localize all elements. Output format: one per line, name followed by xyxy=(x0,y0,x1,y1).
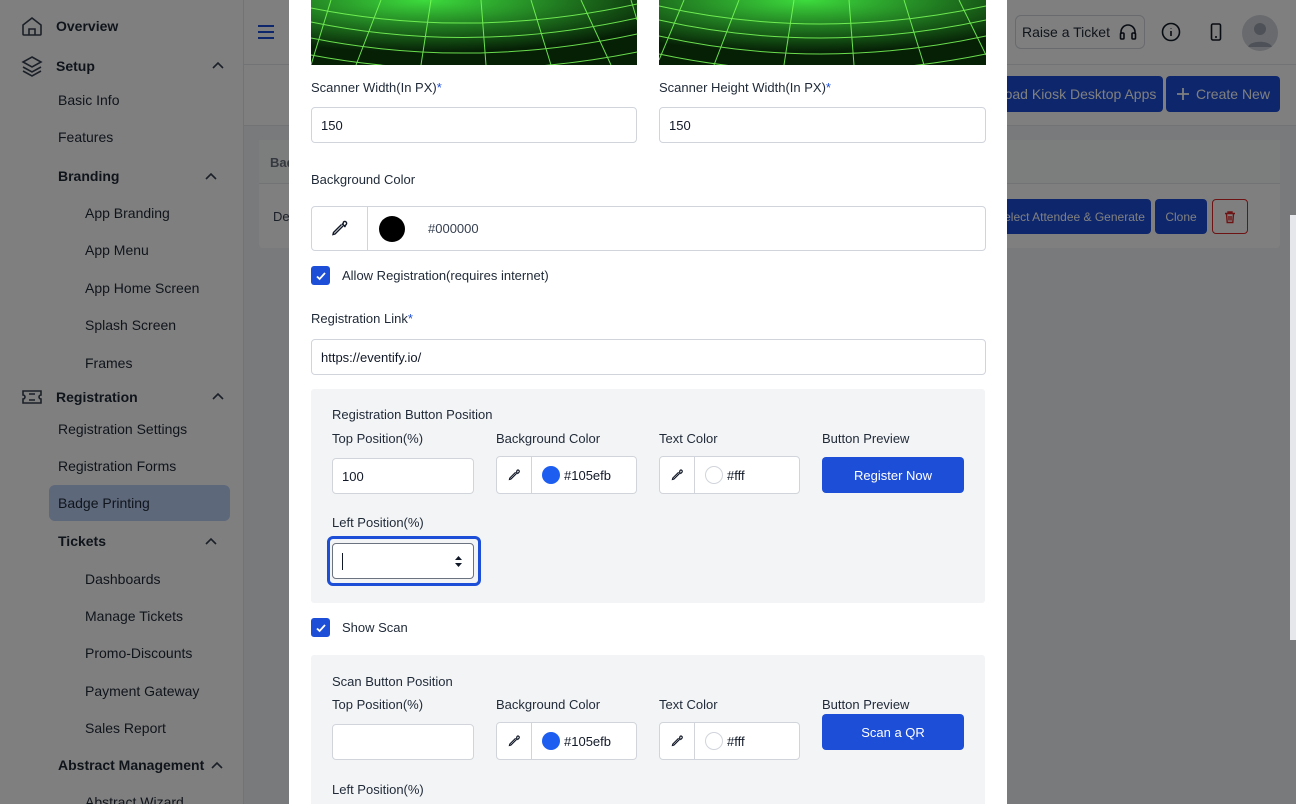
allow-registration-label: Allow Registration(requires internet) xyxy=(342,268,549,283)
scan-text-color-field[interactable]: #fff xyxy=(659,722,800,760)
checkmark-icon xyxy=(315,623,326,632)
reg-left-position-label: Left Position(%) xyxy=(332,515,424,530)
text-cursor xyxy=(342,552,343,570)
checkmark-icon xyxy=(315,271,326,280)
registration-link-label-text: Registration Link xyxy=(311,311,408,326)
registration-link-input[interactable]: https://eventify.io/ xyxy=(311,339,986,375)
required-mark: * xyxy=(825,80,831,95)
scan-panel-title: Scan Button Position xyxy=(332,674,453,689)
reg-background-swatch[interactable] xyxy=(542,466,560,484)
scanner-width-label-text: Scanner Width(In PX) xyxy=(311,80,437,95)
scan-text-color-value: #fff xyxy=(727,733,745,749)
scan-background-color-label: Background Color xyxy=(496,697,601,712)
registration-panel-title: Registration Button Position xyxy=(332,407,493,422)
reg-text-color-label: Text Color xyxy=(659,431,718,446)
show-scan-checkbox[interactable] xyxy=(311,618,330,637)
scanner-grid-image-2 xyxy=(659,0,986,65)
scan-qr-preview-button[interactable]: Scan a QR xyxy=(822,714,964,750)
scan-top-position-label: Top Position(%) xyxy=(332,697,424,712)
eyedropper-icon xyxy=(331,220,347,235)
background-color-value: #000000 xyxy=(428,221,479,236)
register-now-preview-button[interactable]: Register Now xyxy=(822,457,964,493)
show-scan-label: Show Scan xyxy=(342,620,408,635)
required-mark: * xyxy=(436,80,442,95)
scan-left-position-label: Left Position(%) xyxy=(332,782,424,797)
reg-button-preview-label: Button Preview xyxy=(822,431,910,446)
eyedropper-icon xyxy=(508,469,520,480)
reg-background-color-value: #105efb xyxy=(564,467,611,483)
green-grid-graphic xyxy=(659,0,986,65)
eyedropper-icon xyxy=(671,735,683,746)
scan-background-color-value: #105efb xyxy=(564,733,611,749)
green-grid-graphic xyxy=(311,0,637,65)
reg-top-position-label: Top Position(%) xyxy=(332,431,424,446)
scanner-height-label-text: Scanner Height Width(In PX) xyxy=(659,80,826,95)
reg-background-color-label: Background Color xyxy=(496,431,601,446)
registration-link-label: Registration Link* xyxy=(311,311,413,326)
reg-text-swatch[interactable] xyxy=(705,466,723,484)
scan-text-swatch[interactable] xyxy=(705,732,723,750)
scanner-height-input[interactable]: 150 xyxy=(659,107,986,143)
eyedropper-icon xyxy=(671,469,683,480)
scanner-height-label: Scanner Height Width(In PX)* xyxy=(659,80,831,95)
eyedropper-button[interactable] xyxy=(660,723,695,759)
scanner-grid-image xyxy=(311,0,637,65)
scan-text-color-label: Text Color xyxy=(659,697,718,712)
reg-text-color-value: #fff xyxy=(727,467,745,483)
background-color-swatch[interactable] xyxy=(379,215,405,242)
reg-top-position-input[interactable]: 100 xyxy=(332,458,474,494)
reg-background-color-field[interactable]: #105efb xyxy=(496,456,637,494)
scanner-width-label: Scanner Width(In PX)* xyxy=(311,80,442,95)
eyedropper-icon xyxy=(508,735,520,746)
allow-registration-checkbox[interactable] xyxy=(311,266,330,285)
background-color-field[interactable]: #000000 xyxy=(311,206,986,251)
badge-settings-modal: Scanner Width(In PX)* 150 Scanner Height… xyxy=(289,0,1007,804)
scan-background-swatch[interactable] xyxy=(542,732,560,750)
scanner-width-input[interactable]: 150 xyxy=(311,107,637,143)
scan-top-position-input[interactable] xyxy=(332,724,474,760)
reg-left-position-input[interactable] xyxy=(332,543,474,579)
reg-text-color-field[interactable]: #fff xyxy=(659,456,800,494)
scan-button-preview-label: Button Preview xyxy=(822,697,910,712)
eyedropper-button[interactable] xyxy=(497,457,532,493)
eyedropper-button[interactable] xyxy=(497,723,532,759)
page-scrollbar[interactable] xyxy=(1290,215,1296,640)
eyedropper-button[interactable] xyxy=(312,207,368,250)
scan-background-color-field[interactable]: #105efb xyxy=(496,722,637,760)
spinner-arrows-icon[interactable] xyxy=(454,555,463,568)
required-mark: * xyxy=(407,311,413,326)
eyedropper-button[interactable] xyxy=(660,457,695,493)
background-color-label: Background Color xyxy=(311,172,416,187)
